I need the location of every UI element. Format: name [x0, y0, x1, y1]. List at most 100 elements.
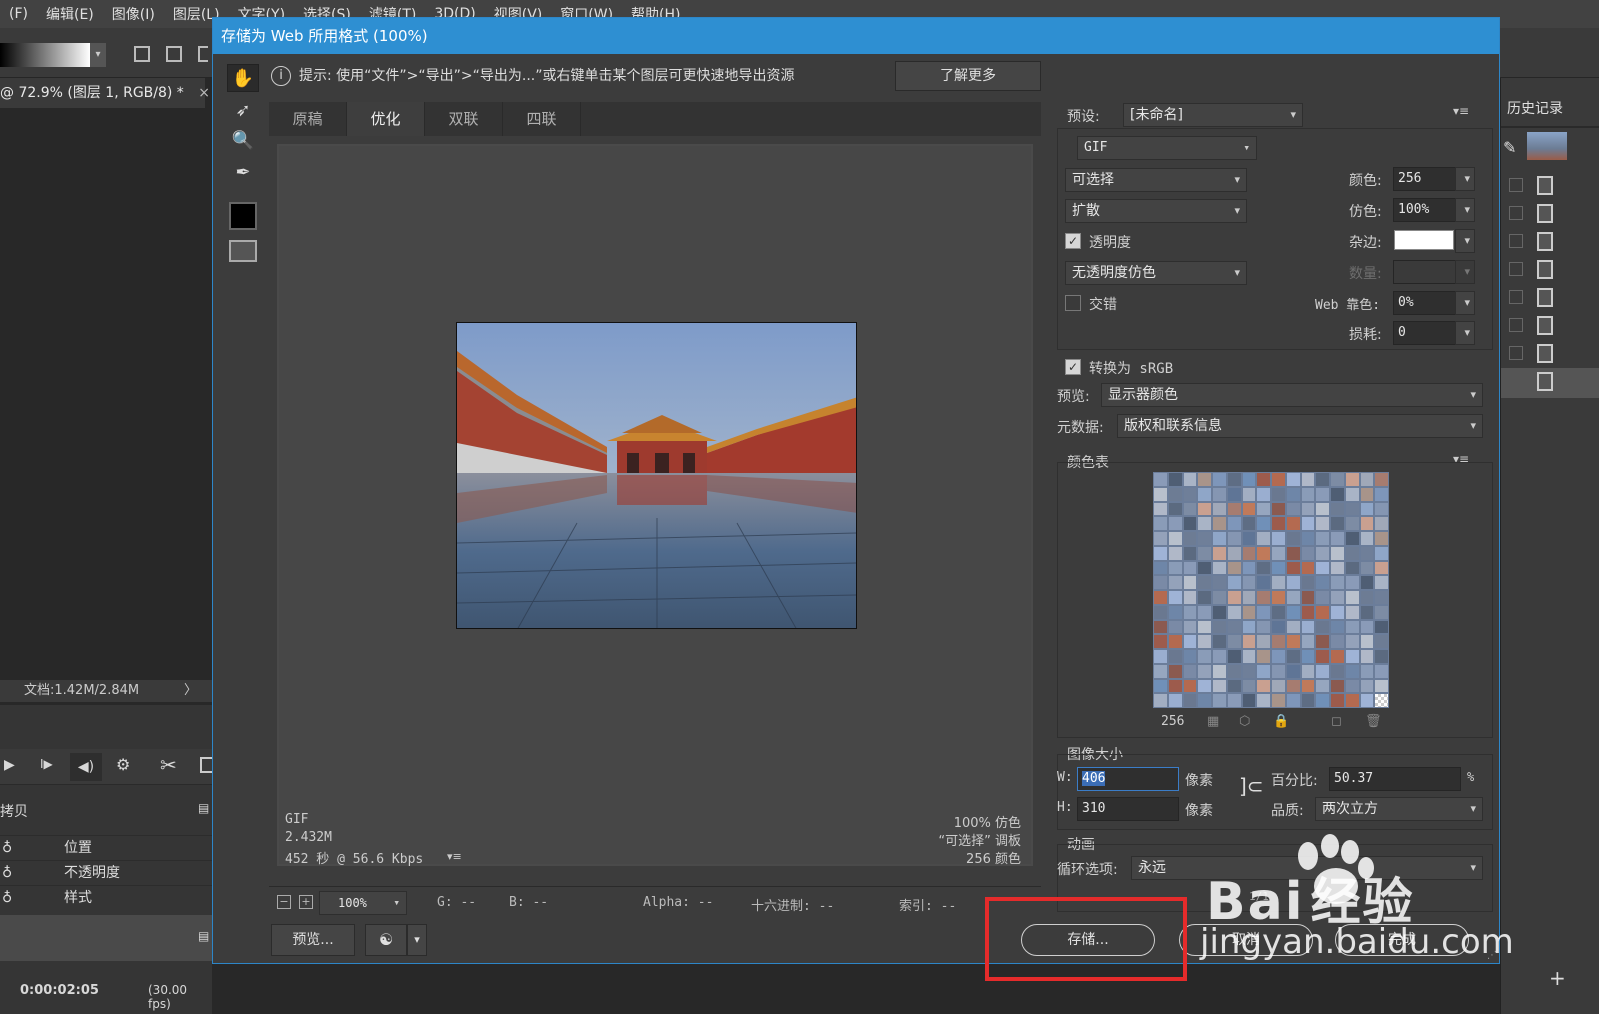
browser-icon[interactable]: ☯	[365, 924, 407, 956]
color-swatch[interactable]	[1286, 591, 1300, 604]
transparency-dither-select[interactable]: 无透明度仿色 ▾	[1065, 261, 1247, 285]
color-swatch[interactable]	[1168, 576, 1182, 589]
color-swatch[interactable]	[1183, 650, 1197, 663]
color-reduction-select[interactable]: 可选择 ▾	[1065, 168, 1247, 192]
color-swatch[interactable]	[1345, 487, 1359, 501]
gear-icon[interactable]: ⚙	[116, 755, 130, 774]
transparency-checkbox[interactable]: ✓	[1065, 233, 1081, 249]
color-swatch[interactable]	[1375, 546, 1388, 560]
color-swatch[interactable]	[1316, 679, 1329, 693]
color-swatch[interactable]	[1272, 664, 1285, 678]
color-swatch[interactable]	[1301, 650, 1315, 663]
color-swatch[interactable]	[1154, 694, 1167, 707]
color-swatch[interactable]	[1331, 620, 1344, 634]
color-swatch[interactable]	[1375, 650, 1388, 663]
color-swatch[interactable]	[1316, 635, 1329, 648]
color-swatch[interactable]	[1316, 532, 1329, 545]
trash-icon[interactable]: 🗑	[1365, 714, 1382, 729]
scissors-icon[interactable]: ✂	[160, 753, 177, 777]
color-swatch[interactable]	[1286, 487, 1300, 501]
color-swatch[interactable]	[1154, 517, 1167, 530]
color-swatch[interactable]	[1257, 546, 1270, 560]
color-swatch[interactable]	[1154, 487, 1167, 501]
color-swatch[interactable]	[1360, 664, 1374, 678]
gradient-linear-icon[interactable]	[134, 46, 150, 62]
status-arrow-icon[interactable]: 〉	[184, 680, 197, 702]
dither-dropdown[interactable]: ▾	[1455, 198, 1475, 222]
color-swatch[interactable]	[1198, 694, 1211, 707]
color-swatch[interactable]	[1345, 679, 1359, 693]
color-swatch[interactable]	[1168, 694, 1182, 707]
color-swatch[interactable]	[1213, 546, 1226, 560]
color-swatch[interactable]	[1198, 664, 1211, 678]
preview-area[interactable]: GIF 2.432M 452 秒 @ 56.6 Kbps ▾≡ 100% 仿色 …	[277, 144, 1033, 867]
color-swatch[interactable]	[1331, 532, 1344, 545]
color-swatch[interactable]	[1257, 679, 1270, 693]
color-swatch[interactable]	[1227, 473, 1241, 486]
tab-original[interactable]: 原稿	[269, 102, 347, 136]
color-swatch[interactable]	[1286, 546, 1300, 560]
color-swatch[interactable]	[1345, 532, 1359, 545]
zoom-tool-icon[interactable]: 🔍	[227, 126, 259, 154]
color-swatch[interactable]	[1154, 546, 1167, 560]
color-swatch[interactable]	[1375, 664, 1388, 678]
color-swatch[interactable]	[1286, 694, 1300, 707]
matte-dropdown[interactable]: ▾	[1455, 229, 1475, 253]
convert-srgb-checkbox[interactable]: ✓	[1065, 359, 1081, 375]
menu-file[interactable]: (F)	[0, 6, 37, 22]
color-swatch[interactable]	[1316, 473, 1329, 486]
color-swatch[interactable]	[1183, 546, 1197, 560]
constrain-proportions-icon[interactable]: ]⊂	[1239, 774, 1264, 798]
color-swatch[interactable]	[1301, 591, 1315, 604]
zoom-select[interactable]: 100% ▾	[319, 891, 407, 915]
zoom-out-icon[interactable]: −	[277, 895, 291, 909]
track-opacity[interactable]: ♁ 不透明度	[0, 860, 212, 884]
color-swatch[interactable]	[1331, 473, 1344, 486]
color-swatch[interactable]	[1360, 546, 1374, 560]
color-swatch[interactable]	[1360, 561, 1374, 575]
menu-edit[interactable]: 编辑(E)	[37, 4, 103, 24]
color-swatch[interactable]	[1227, 532, 1241, 545]
height-field[interactable]: 310	[1077, 797, 1179, 821]
history-checkbox[interactable]	[1509, 346, 1523, 360]
color-swatch[interactable]	[1257, 635, 1270, 648]
color-swatch[interactable]	[1272, 473, 1285, 486]
stopwatch-icon[interactable]: ♁	[2, 861, 12, 885]
color-swatch[interactable]	[1301, 517, 1315, 530]
web-snap-dropdown[interactable]: ▾	[1455, 291, 1475, 315]
color-swatch[interactable]	[1227, 694, 1241, 707]
color-swatch[interactable]	[1242, 591, 1256, 604]
color-swatch[interactable]	[1242, 473, 1256, 486]
chevron-down-icon[interactable]: ▾	[407, 924, 427, 956]
color-swatch[interactable]	[1272, 679, 1285, 693]
color-swatch[interactable]	[1360, 487, 1374, 501]
color-swatch[interactable]	[1345, 561, 1359, 575]
tab-2-up[interactable]: 双联	[425, 102, 503, 136]
new-color-icon[interactable]: ◻	[1331, 714, 1342, 729]
quality-select[interactable]: 两次立方 ▾	[1315, 797, 1483, 821]
color-swatch[interactable]	[1183, 635, 1197, 648]
lock-icon[interactable]: 🔒	[1273, 714, 1289, 729]
color-swatch[interactable]	[1154, 664, 1167, 678]
color-swatch[interactable]	[1345, 502, 1359, 516]
color-swatch[interactable]	[1331, 487, 1344, 501]
color-swatch[interactable]	[1183, 561, 1197, 575]
color-swatch[interactable]	[1301, 473, 1315, 486]
document-tab[interactable]: @ 72.9% (图层 1, RGB/8) * ×	[0, 78, 210, 108]
color-swatch[interactable]	[1198, 620, 1211, 634]
color-swatch[interactable]	[1154, 650, 1167, 663]
color-swatch[interactable]	[1375, 635, 1388, 648]
color-swatch[interactable]	[1331, 591, 1344, 604]
color-swatch[interactable]	[1213, 679, 1226, 693]
color-swatch[interactable]	[1375, 561, 1388, 575]
color-swatch[interactable]	[1375, 576, 1388, 589]
color-swatch[interactable]	[1375, 532, 1388, 545]
color-swatch[interactable]	[1360, 605, 1374, 619]
gradient-angle-icon[interactable]	[198, 46, 208, 62]
color-swatch[interactable]	[1301, 487, 1315, 501]
color-swatch[interactable]	[1242, 487, 1256, 501]
color-swatch[interactable]	[1257, 620, 1270, 634]
color-swatch[interactable]	[1154, 561, 1167, 575]
color-swatch[interactable]	[1272, 605, 1285, 619]
color-swatch[interactable]	[1183, 620, 1197, 634]
